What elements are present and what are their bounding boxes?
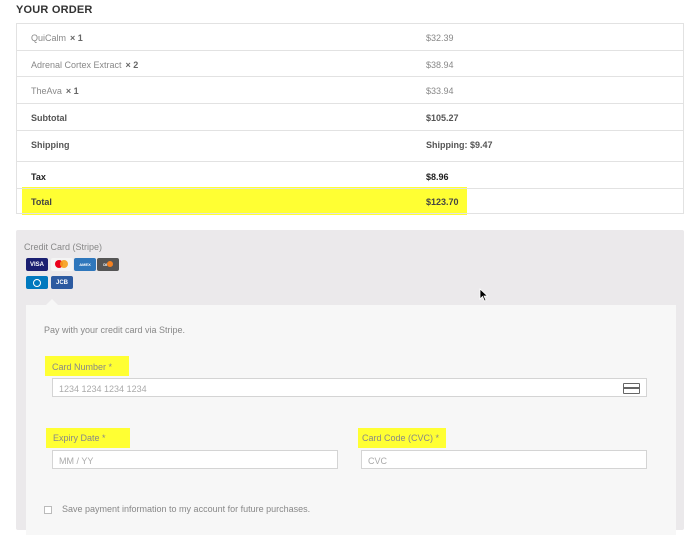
order-table: QuiCalm × 1 $32.39 Adrenal Cortex Extract… <box>16 23 684 214</box>
order-item-row: TheAva × 1 $33.94 <box>17 77 683 104</box>
tax-value: $8.96 <box>426 172 449 182</box>
item-name: QuiCalm <box>31 33 67 43</box>
order-heading: YOUR ORDER <box>16 4 93 16</box>
shipping-value: Shipping: $9.47 <box>426 140 493 150</box>
save-payment-label: Save payment information to my account f… <box>62 504 311 514</box>
item-name: TheAva <box>31 86 62 96</box>
total-label: Total <box>31 197 52 207</box>
subtotal-value: $105.27 <box>426 113 459 123</box>
order-item-row: QuiCalm × 1 $32.39 <box>17 24 683 51</box>
payment-form-panel <box>26 299 676 535</box>
diners-icon <box>26 276 48 289</box>
visa-icon: VISA <box>26 258 48 271</box>
item-price: $38.94 <box>426 60 454 70</box>
card-number-field[interactable] <box>52 378 647 398</box>
cvc-field[interactable] <box>361 450 647 470</box>
subtotal-label: Subtotal <box>31 113 67 123</box>
total-value: $123.70 <box>426 197 459 207</box>
shipping-label: Shipping <box>31 140 70 150</box>
item-qty: × 2 <box>125 60 139 70</box>
expiry-field[interactable] <box>52 450 338 470</box>
item-price: $32.39 <box>426 33 454 43</box>
shipping-row: Shipping Shipping: $9.47 <box>17 131 683 162</box>
subtotal-row: Subtotal $105.27 <box>17 104 683 131</box>
cvc-label: Card Code (CVC) * <box>362 433 440 443</box>
total-row: Total $123.70 <box>17 189 683 214</box>
jcb-icon: JCB <box>51 276 73 289</box>
mouse-cursor-icon <box>479 288 489 302</box>
item-price: $33.94 <box>426 86 454 96</box>
discover-icon: DISC <box>97 258 119 271</box>
expiry-input[interactable] <box>53 452 337 470</box>
item-qty: × 1 <box>70 33 83 43</box>
item-name: Adrenal Cortex Extract <box>31 60 122 70</box>
payment-note: Pay with your credit card via Stripe. <box>44 325 186 335</box>
cvc-input[interactable] <box>362 452 646 470</box>
credit-card-icon <box>623 383 640 394</box>
item-qty: × 1 <box>65 86 79 96</box>
amex-icon: AMEX <box>74 258 96 271</box>
payment-method-title[interactable]: Credit Card (Stripe) <box>24 242 102 252</box>
save-payment-row[interactable]: Save payment information to my account f… <box>44 504 310 514</box>
order-item-row: Adrenal Cortex Extract × 2 $38.94 <box>17 51 683 77</box>
card-number-input[interactable] <box>53 380 646 398</box>
tax-label: Tax <box>31 172 46 182</box>
tax-row: Tax $8.96 <box>17 162 683 189</box>
mastercard-icon <box>51 258 73 271</box>
save-payment-checkbox[interactable] <box>44 505 52 514</box>
expiry-label: Expiry Date * <box>53 433 106 443</box>
card-number-label: Card Number * <box>52 362 113 372</box>
